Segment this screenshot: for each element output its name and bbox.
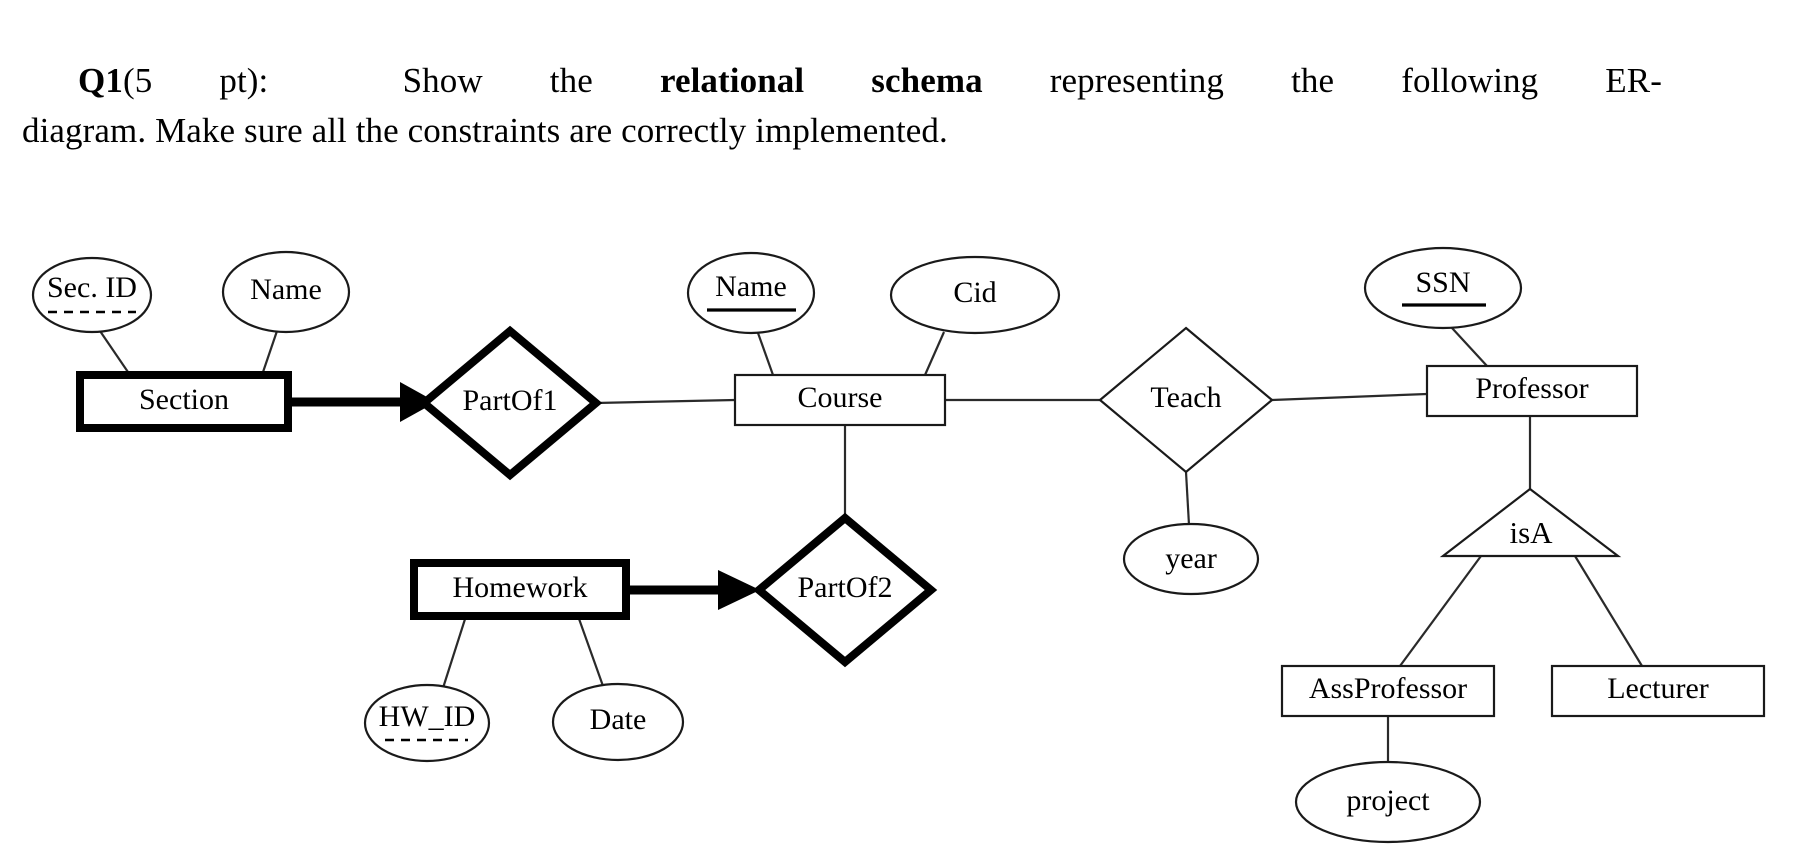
entity-label: Lecturer (1607, 672, 1709, 705)
edge-cid-course (923, 331, 946, 376)
attribute-ssn[interactable]: SSN (1363, 246, 1523, 330)
attribute-course-name[interactable]: Name (686, 251, 816, 335)
edge-hwid-homework (441, 615, 468, 689)
isa-hierarchy[interactable]: isA (1439, 487, 1622, 558)
edge-date-homework (576, 615, 605, 687)
attribute-label: Cid (953, 276, 996, 309)
entity-professor[interactable]: Professor (1425, 364, 1639, 418)
relationship-partof2[interactable]: PartOf2 (752, 512, 938, 668)
entity-label: AssProfessor (1309, 672, 1467, 705)
attribute-project[interactable]: project (1294, 760, 1482, 844)
attribute-label: Date (590, 703, 647, 736)
edge-isa-lecturer (1574, 555, 1643, 667)
page-root: Q1(5 pt): Show the relational schema rep… (0, 0, 1794, 848)
entity-section[interactable]: Section (76, 371, 292, 432)
attribute-date[interactable]: Date (551, 682, 685, 762)
attribute-label: Name (715, 270, 787, 303)
edge-crsname-course (756, 332, 775, 376)
entity-label: Course (798, 381, 883, 414)
entity-homework[interactable]: Homework (410, 559, 630, 620)
edge-isa-assprofessor (1399, 555, 1482, 667)
attribute-cid[interactable]: Cid (889, 255, 1061, 335)
relationship-partof1[interactable]: PartOf1 (417, 325, 603, 481)
entity-label: Professor (1475, 372, 1588, 405)
edge-name-section (260, 330, 279, 376)
attribute-hw-id[interactable]: HW_ID (363, 683, 491, 763)
attribute-label: year (1165, 542, 1217, 575)
relationship-label: PartOf1 (463, 384, 558, 417)
edge-ssn-professor (1451, 327, 1488, 367)
entity-course[interactable]: Course (733, 373, 947, 427)
attribute-label: SSN (1415, 266, 1470, 299)
entity-lecturer[interactable]: Lecturer (1550, 664, 1766, 718)
relationship-label: Teach (1150, 381, 1221, 414)
edge-secid-section (99, 330, 131, 376)
attribute-year[interactable]: year (1122, 522, 1260, 596)
entity-label: Section (139, 383, 229, 416)
attribute-label: Name (250, 273, 322, 306)
relationship-label: PartOf2 (798, 571, 893, 604)
attribute-layer: Sec. ID Name Name Cid HW_ID Date year SS… (31, 246, 1523, 844)
attribute-label: HW_ID (379, 700, 476, 733)
er-diagram: Sec. ID Name Name Cid HW_ID Date year SS… (0, 0, 1794, 848)
edge-teach-professor (1271, 392, 1428, 402)
attribute-label: project (1346, 784, 1430, 817)
entity-label: Homework (453, 571, 588, 604)
attribute-label: Sec. ID (47, 271, 137, 304)
relationship-teach[interactable]: Teach (1098, 326, 1274, 474)
isa-label: isA (1509, 515, 1553, 550)
attribute-sec-id[interactable]: Sec. ID (31, 256, 153, 334)
attribute-section-name[interactable]: Name (221, 250, 351, 334)
edge-partof1-course (595, 398, 736, 405)
edge-teach-year (1184, 471, 1191, 526)
entity-assprofessor[interactable]: AssProfessor (1280, 664, 1496, 718)
